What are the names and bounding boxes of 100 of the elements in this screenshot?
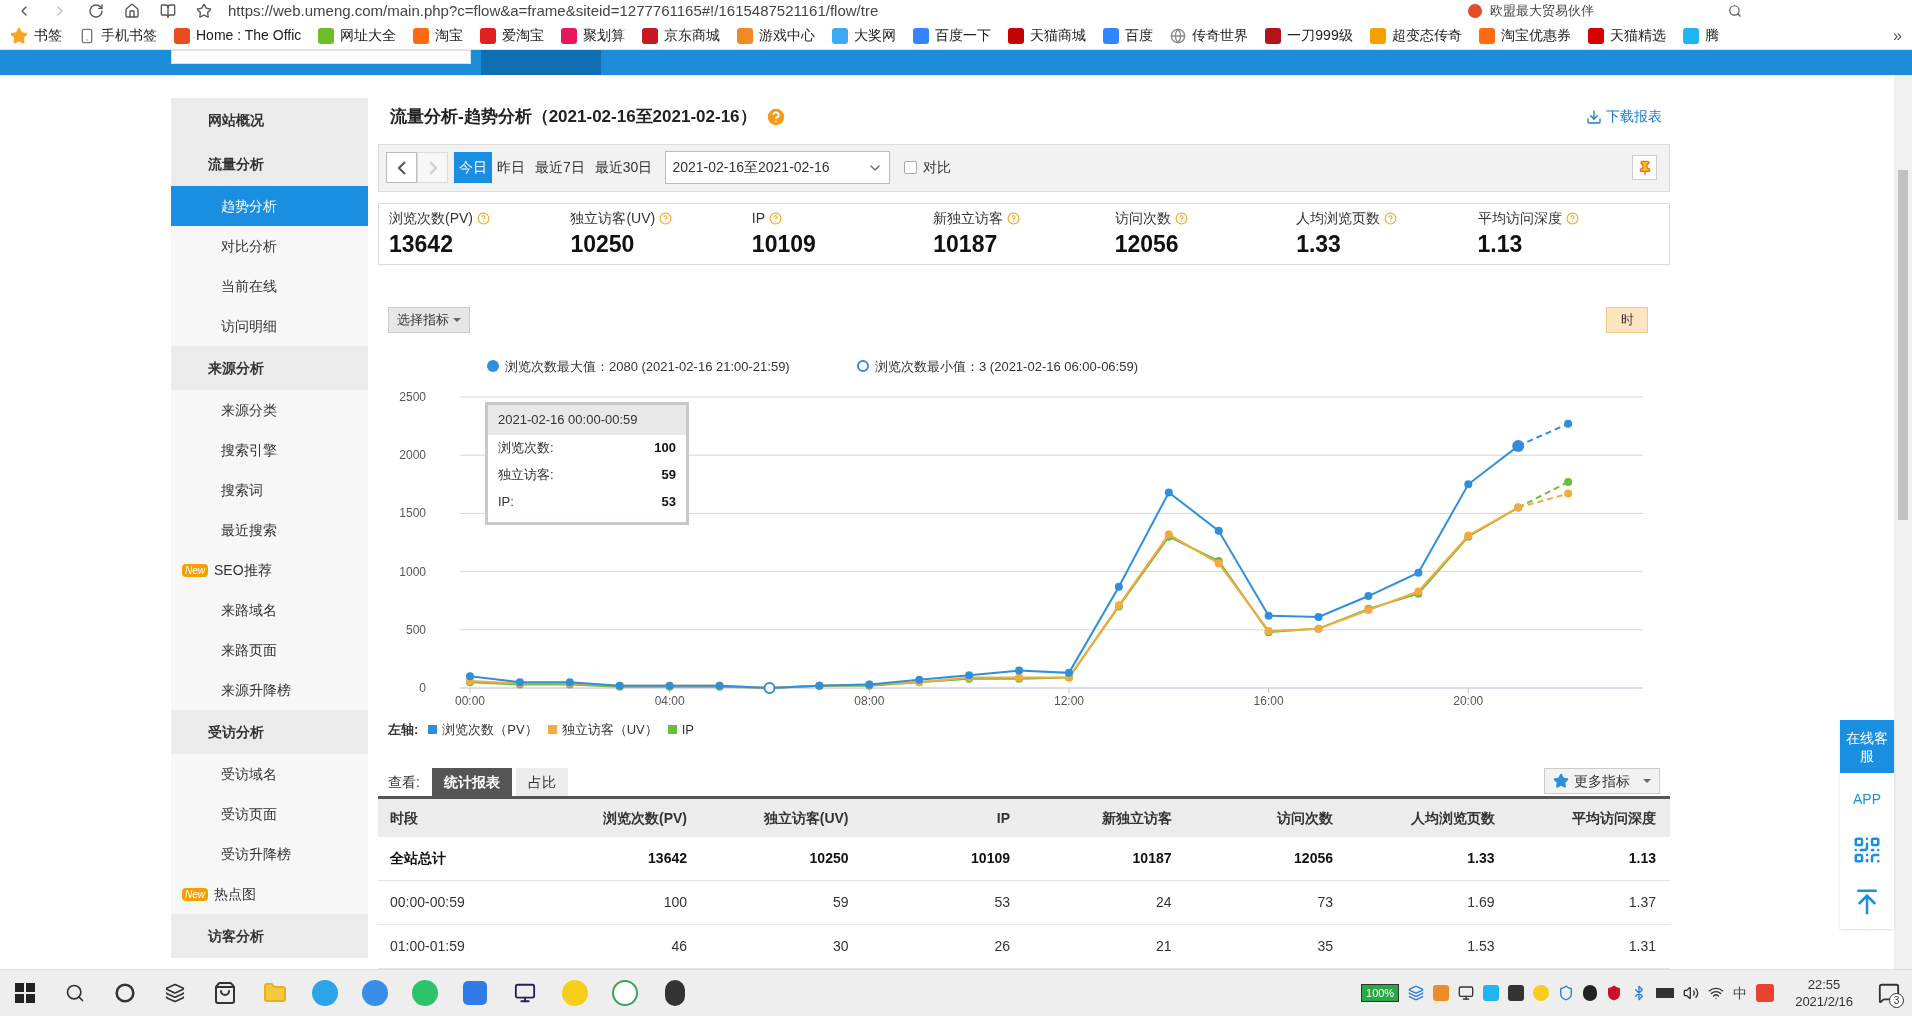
bookmark-link[interactable]: 淘宝优惠券 [1500,25,1571,46]
sidebar-section[interactable]: 受访分析 [171,710,368,754]
more-bookmarks-button[interactable]: » [1893,23,1902,48]
view-tab[interactable]: 统计报表 [431,768,512,797]
legend-label: 浏览次数（PV） [442,720,538,739]
sidebar-item[interactable]: 来路域名 [171,590,368,630]
table-cell-text: 1.53 [1466,937,1496,956]
sidebar-section[interactable]: 访客分析 [171,914,368,958]
tray-app-icon[interactable] [1508,985,1525,1001]
more-metrics-button[interactable]: 更多指标 [1544,768,1660,795]
download-link[interactable]: 下载报表 [1586,106,1662,128]
tray-app-icon[interactable] [1583,985,1598,1001]
bookmark-link[interactable]: 超变态传奇 [1391,25,1462,46]
sidebar-item[interactable]: 受访页面 [171,794,368,834]
sidebar-section[interactable]: 来源分析 [171,346,368,390]
table-cell-text: 59 [831,893,850,912]
sidebar-item[interactable]: 来路页面 [171,630,368,670]
metric-picker-button[interactable]: 选择指标 [388,306,470,333]
help-icon[interactable] [769,212,783,226]
bookmark-link[interactable]: 京东商城 [664,25,721,46]
tooltip-value: 53 [661,493,676,512]
sidebar-item[interactable]: 趋势分析 [171,186,368,226]
input-method-indicator[interactable]: 中 [1733,982,1748,1004]
bookmark-link[interactable]: 手机书签 [101,25,157,46]
table-cell-text: 46 [670,937,688,956]
sidebar-item[interactable]: 当前在线 [171,266,368,306]
reload-icon[interactable] [88,3,104,19]
bookmark-link[interactable]: 天猫商城 [1030,25,1087,46]
date-range-select[interactable]: 2021-02-16至2021-02-16 [665,151,891,185]
monitor-icon[interactable] [1458,985,1475,1001]
bookmark-link[interactable]: 百度 [1125,25,1154,46]
hourly-button[interactable]: 时 [1606,306,1648,333]
bookmark-link[interactable]: 书签 [34,25,62,46]
tooltip-value: 59 [661,466,676,485]
site-search-field[interactable] [171,50,471,64]
bookmark-link[interactable]: 百度一下 [935,25,992,46]
table-cell-text: 1.69 [1466,893,1496,912]
wifi-icon[interactable] [1708,985,1725,1001]
reader-icon[interactable] [160,3,176,19]
address-field[interactable]: https://web.umeng.com/main.php?c=flow&a=frame&siteid=1277761165#!/1615487521161/flow/tre [228,0,1128,22]
date-range-tab[interactable]: 最近7日 [530,152,590,184]
shield-icon[interactable] [1558,985,1575,1001]
bookmark-link[interactable]: 天猫精选 [1609,25,1666,46]
bookmark-link[interactable]: Home : The Offic [196,25,302,46]
bookmark-link[interactable]: 大奖网 [854,25,897,46]
search-icon[interactable] [1728,4,1742,18]
volume-icon[interactable] [1683,985,1700,1001]
help-icon[interactable] [1565,212,1579,226]
x-axis-label: 12:00 [1053,693,1084,708]
sidebar-item[interactable]: 受访域名 [171,754,368,794]
sidebar-item[interactable]: 搜索词 [171,470,368,510]
app-button[interactable]: APP [1853,773,1881,825]
qr-code-icon[interactable] [1852,835,1882,865]
shield-icon[interactable] [1606,985,1623,1001]
home-icon[interactable] [124,3,140,19]
sidebar-section[interactable]: 网站概况 [171,98,368,142]
online-service-button[interactable]: 在线客服 [1840,720,1894,773]
bookmark-link[interactable]: 传奇世界 [1192,25,1249,46]
help-icon[interactable] [1007,212,1021,226]
sidebar-item[interactable]: 来源分类 [171,390,368,430]
bookmark-link[interactable]: 聚划算 [583,25,626,46]
sidebar-section[interactable]: 流量分析 [171,142,368,186]
pin-button[interactable] [1632,155,1657,181]
layers-icon[interactable] [1408,985,1425,1001]
sidebar-item[interactable]: 受访升降榜 [171,834,368,874]
bookmark-link[interactable]: 腾 [1704,25,1719,46]
previous-button[interactable] [386,152,417,184]
sidebar-item[interactable]: New 热点图 [171,874,368,914]
help-icon[interactable] [659,212,673,226]
sidebar-item[interactable]: 最近搜索 [171,510,368,550]
table-cell-text: 01:00-01:59 [389,937,466,956]
x-axis-label: 00:00 [454,693,485,708]
view-tab[interactable]: 占比 [515,768,568,797]
bookmark-link[interactable]: 爱淘宝 [502,25,545,46]
bookmark-link[interactable]: 一刀999级 [1287,25,1353,46]
metric-value: 13642 [389,230,454,260]
battery-icon[interactable] [1656,988,1675,998]
sidebar-item[interactable]: 对比分析 [171,226,368,266]
bookmark-link[interactable]: 网址大全 [340,25,397,46]
sidebar-item[interactable]: New SEO推荐 [171,550,368,590]
help-icon[interactable] [477,212,490,226]
date-range-tab[interactable]: 最近30日 [589,152,658,184]
date-range-tab[interactable]: 昨日 [492,152,530,184]
sidebar-item[interactable]: 来源升降榜 [171,670,368,710]
clock[interactable]: 22:55 2021/2/16 [1795,976,1853,1010]
table-cell-text: 1.13 [1627,849,1657,868]
bookmark-link[interactable]: 游戏中心 [759,25,816,46]
sidebar-item[interactable]: 搜索引擎 [171,430,368,470]
metric-value: 12056 [1114,230,1180,260]
date-range-tab[interactable]: 今日 [454,152,492,184]
bookmark-link[interactable]: 淘宝 [435,25,464,46]
chart-annotation: 浏览次数最小值：3 (2021-02-16 06:00-06:59) [875,358,1138,374]
favorite-icon[interactable] [196,3,212,19]
scrollbar[interactable] [1894,75,1912,969]
compare-checkbox[interactable] [904,161,918,175]
search-field[interactable]: 欧盟最大贸易伙伴 [1468,1,1728,21]
table-cell-text: 30 [831,937,850,956]
help-icon[interactable] [1174,212,1188,226]
sidebar-item[interactable]: 访问明细 [171,306,368,346]
help-icon[interactable] [1384,212,1398,226]
